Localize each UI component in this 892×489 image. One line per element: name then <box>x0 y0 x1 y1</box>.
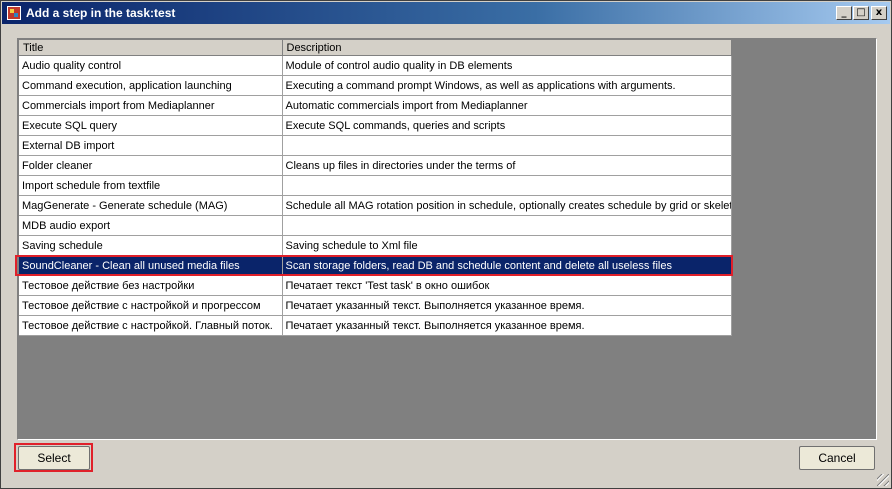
table-row[interactable]: Import schedule from textfile <box>19 175 732 196</box>
cell-description[interactable]: Schedule all MAG rotation position in sc… <box>282 195 732 216</box>
dialog-window: Add a step in the task:test _ □ x Title … <box>0 0 892 489</box>
app-icon <box>7 6 21 20</box>
cell-title[interactable]: Commercials import from Mediaplanner <box>19 95 283 116</box>
table-row[interactable]: Execute SQL query Execute SQL commands, q… <box>19 115 732 136</box>
header-row: Title Description <box>19 40 732 56</box>
table-row[interactable]: MagGenerate - Generate schedule (MAG) Sch… <box>19 195 732 216</box>
table-row[interactable]: Тестовое действие без настройки Печатает … <box>19 275 732 296</box>
cell-title[interactable]: Import schedule from textfile <box>19 175 283 196</box>
cell-title[interactable]: SoundCleaner - Clean all unused media fi… <box>19 255 283 276</box>
table-row[interactable]: Audio quality control Module of control a… <box>19 55 732 76</box>
cell-title[interactable]: Тестовое действие с настройкой. Главный … <box>19 315 283 336</box>
cell-title[interactable]: External DB import <box>19 135 283 156</box>
cell-title[interactable]: Saving schedule <box>19 235 283 256</box>
table-row[interactable]: Тестовое действие с настройкой и прогрес… <box>19 295 732 316</box>
cell-title[interactable]: Execute SQL query <box>19 115 283 136</box>
cell-description[interactable] <box>282 215 732 236</box>
table-row[interactable]: Folder cleaner Cleans up files in directo… <box>19 155 732 176</box>
window-title: Add a step in the task:test <box>26 6 176 20</box>
cell-title[interactable]: Audio quality control <box>19 55 283 76</box>
cell-title[interactable]: Тестовое действие без настройки <box>19 275 283 296</box>
steps-list[interactable]: Title Description Audio quality control M… <box>17 38 877 440</box>
resize-grip[interactable] <box>877 474 889 486</box>
cell-description[interactable]: Execute SQL commands, queries and script… <box>282 115 732 136</box>
cell-description[interactable]: Module of control audio quality in DB el… <box>282 55 732 76</box>
cell-description[interactable]: Automatic commercials import from Mediap… <box>282 95 732 116</box>
minimize-button[interactable]: _ <box>836 6 852 20</box>
cell-description[interactable]: Scan storage folders, read DB and schedu… <box>282 255 732 276</box>
cancel-button[interactable]: Cancel <box>799 446 875 470</box>
column-header-description[interactable]: Description <box>282 40 732 56</box>
cell-title[interactable]: Folder cleaner <box>19 155 283 176</box>
steps-table: Title Description Audio quality control M… <box>19 40 732 336</box>
cell-title[interactable]: MagGenerate - Generate schedule (MAG) <box>19 195 283 216</box>
table-row[interactable]: Тестовое действие с настройкой. Главный … <box>19 315 732 336</box>
cell-description[interactable] <box>282 135 732 156</box>
cell-title[interactable]: MDB audio export <box>19 215 283 236</box>
table-row[interactable]: Saving schedule Saving schedule to Xml fi… <box>19 235 732 256</box>
maximize-button[interactable]: □ <box>853 6 869 20</box>
close-button[interactable]: x <box>871 6 887 20</box>
cell-title[interactable]: Тестовое действие с настройкой и прогрес… <box>19 295 283 316</box>
cell-description[interactable]: Печатает указанный текст. Выполняется ук… <box>282 315 732 336</box>
title-bar[interactable]: Add a step in the task:test _ □ x <box>2 2 890 24</box>
cell-description[interactable] <box>282 175 732 196</box>
table-row[interactable]: SoundCleaner - Clean all unused media fi… <box>19 255 732 276</box>
cell-description[interactable]: Saving schedule to Xml file <box>282 235 732 256</box>
table-row[interactable]: Commercials import from Mediaplanner Auto… <box>19 95 732 116</box>
table-row[interactable]: Command execution, application launching… <box>19 75 732 96</box>
cell-description[interactable]: Cleans up files in directories under the… <box>282 155 732 176</box>
column-header-title[interactable]: Title <box>19 40 283 56</box>
cell-description[interactable]: Executing a command prompt Windows, as w… <box>282 75 732 96</box>
select-button[interactable]: Select <box>18 446 90 470</box>
cell-description[interactable]: Печатает указанный текст. Выполняется ук… <box>282 295 732 316</box>
cell-description[interactable]: Печатает текст 'Test task' в окно ошибок <box>282 275 732 296</box>
table-row[interactable]: External DB import <box>19 135 732 156</box>
table-row[interactable]: MDB audio export <box>19 215 732 236</box>
cell-title[interactable]: Command execution, application launching <box>19 75 283 96</box>
